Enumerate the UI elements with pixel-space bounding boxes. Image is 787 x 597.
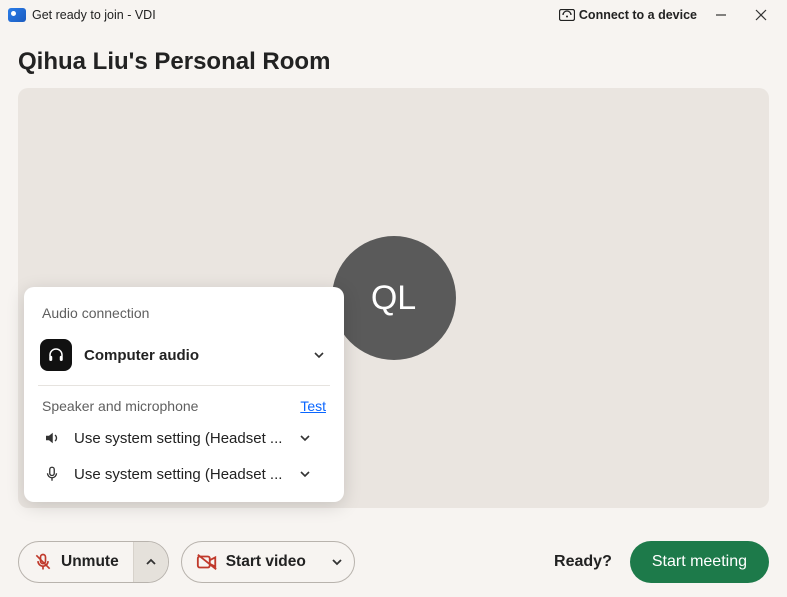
- video-options-button[interactable]: [320, 542, 354, 582]
- audio-connection-popover: Audio connection Computer audio Speaker …: [24, 287, 344, 502]
- microphone-icon: [42, 464, 62, 484]
- window-title: Get ready to join - VDI: [32, 8, 156, 22]
- connect-to-device-button[interactable]: Connect to a device: [555, 8, 701, 22]
- audio-option-row[interactable]: Computer audio: [38, 335, 330, 386]
- close-button[interactable]: [741, 0, 781, 30]
- unmute-control: Unmute: [18, 541, 169, 583]
- test-link[interactable]: Test: [300, 398, 326, 414]
- microphone-label: Use system setting (Headset ...: [74, 466, 284, 483]
- start-video-button[interactable]: Start video: [182, 542, 320, 582]
- start-video-control: Start video: [181, 541, 355, 583]
- headset-icon: [40, 339, 72, 371]
- bottom-controls: Unmute Start video Ready? St: [0, 541, 787, 583]
- app-icon: [8, 8, 26, 22]
- microphone-selector[interactable]: Use system setting (Headset ...: [38, 456, 330, 492]
- minimize-button[interactable]: [701, 0, 741, 30]
- speaker-mic-heading: Speaker and microphone: [42, 398, 198, 414]
- audio-option-label: Computer audio: [84, 347, 298, 364]
- chevron-down-icon: [310, 346, 328, 364]
- speaker-label: Use system setting (Headset ...: [74, 430, 284, 447]
- video-off-icon: [196, 552, 218, 572]
- window-titlebar: Get ready to join - VDI Connect to a dev…: [0, 0, 787, 30]
- chevron-down-icon: [330, 555, 344, 569]
- speaker-icon: [42, 428, 62, 448]
- connect-to-device-label: Connect to a device: [579, 8, 697, 22]
- chevron-down-icon: [296, 465, 314, 483]
- room-title: Qihua Liu's Personal Room: [0, 30, 787, 88]
- avatar: QL: [332, 236, 456, 360]
- video-preview-area: QL Audio connection Computer audio Speak…: [18, 88, 769, 508]
- chevron-up-icon: [144, 555, 158, 569]
- audio-connection-heading: Audio connection: [38, 305, 330, 321]
- cast-icon: [559, 9, 575, 21]
- unmute-options-button[interactable]: [133, 542, 168, 582]
- speaker-selector[interactable]: Use system setting (Headset ...: [38, 420, 330, 456]
- unmute-label: Unmute: [61, 553, 119, 571]
- avatar-initials: QL: [371, 279, 416, 318]
- chevron-down-icon: [296, 429, 314, 447]
- start-meeting-button[interactable]: Start meeting: [630, 541, 769, 583]
- ready-prompt: Ready?: [554, 553, 612, 571]
- microphone-muted-icon: [33, 552, 53, 572]
- unmute-button[interactable]: Unmute: [19, 542, 133, 582]
- start-video-label: Start video: [226, 553, 306, 571]
